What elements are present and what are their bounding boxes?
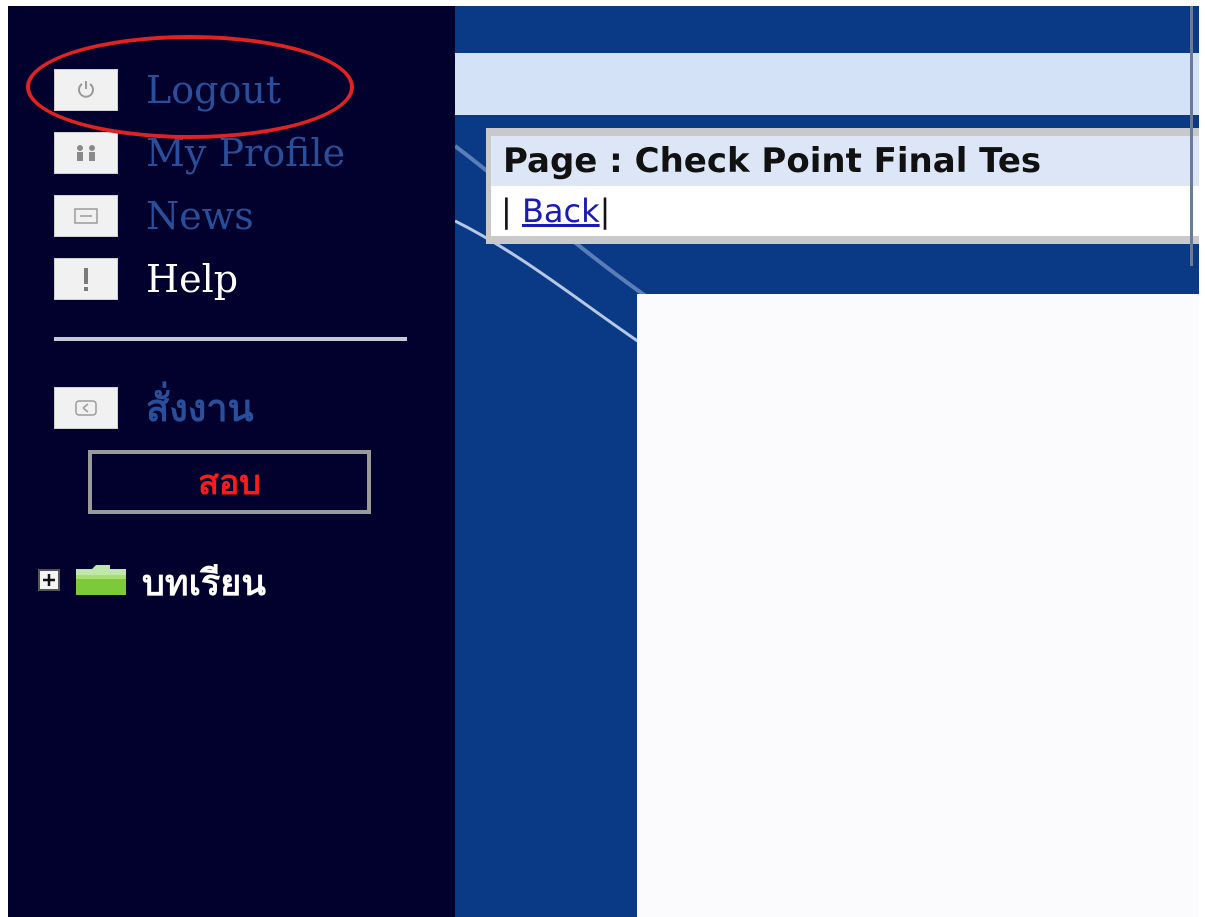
folder-icon <box>74 563 128 601</box>
assign-label: สั่งงาน <box>146 386 254 430</box>
expand-plus-icon[interactable] <box>38 569 60 595</box>
sidebar: Logout My Profile News Help สั่งงาน สอบ <box>8 6 455 917</box>
users-icon <box>54 132 118 174</box>
nav-logout[interactable]: Logout <box>54 66 281 114</box>
nav-news[interactable]: News <box>54 192 254 240</box>
back-link[interactable]: Back <box>522 192 600 230</box>
scrollbar-edge[interactable] <box>1190 6 1193 266</box>
window-right-edge <box>1199 6 1205 917</box>
news-label: News <box>146 194 254 238</box>
sidebar-divider <box>54 337 407 341</box>
top-bar <box>455 53 1200 115</box>
exam-button[interactable]: สอบ <box>88 450 371 514</box>
content-area <box>637 294 1200 917</box>
nav-help[interactable]: Help <box>54 255 238 303</box>
page-panel: Page : Check Point Final Tes | Back| <box>486 128 1200 244</box>
main-area: Page : Check Point Final Tes | Back| <box>455 6 1200 917</box>
exclamation-icon <box>54 258 118 300</box>
power-icon <box>54 69 118 111</box>
envelope-icon <box>54 195 118 237</box>
help-label: Help <box>146 257 239 301</box>
nav-assign[interactable]: สั่งงาน <box>54 384 254 432</box>
nav-my-profile[interactable]: My Profile <box>54 129 345 177</box>
separator-right: | <box>599 192 611 230</box>
separator-left: | <box>501 192 522 230</box>
page-title: Page : Check Point Final Tes <box>491 136 1200 186</box>
assignment-icon <box>54 387 118 429</box>
panel-links: | Back| <box>491 186 1200 236</box>
logout-label: Logout <box>146 68 282 112</box>
my-profile-label: My Profile <box>146 131 346 175</box>
lessons-label: บทเรียน <box>142 562 266 604</box>
lessons-tree-item[interactable]: บทเรียน <box>38 560 266 604</box>
